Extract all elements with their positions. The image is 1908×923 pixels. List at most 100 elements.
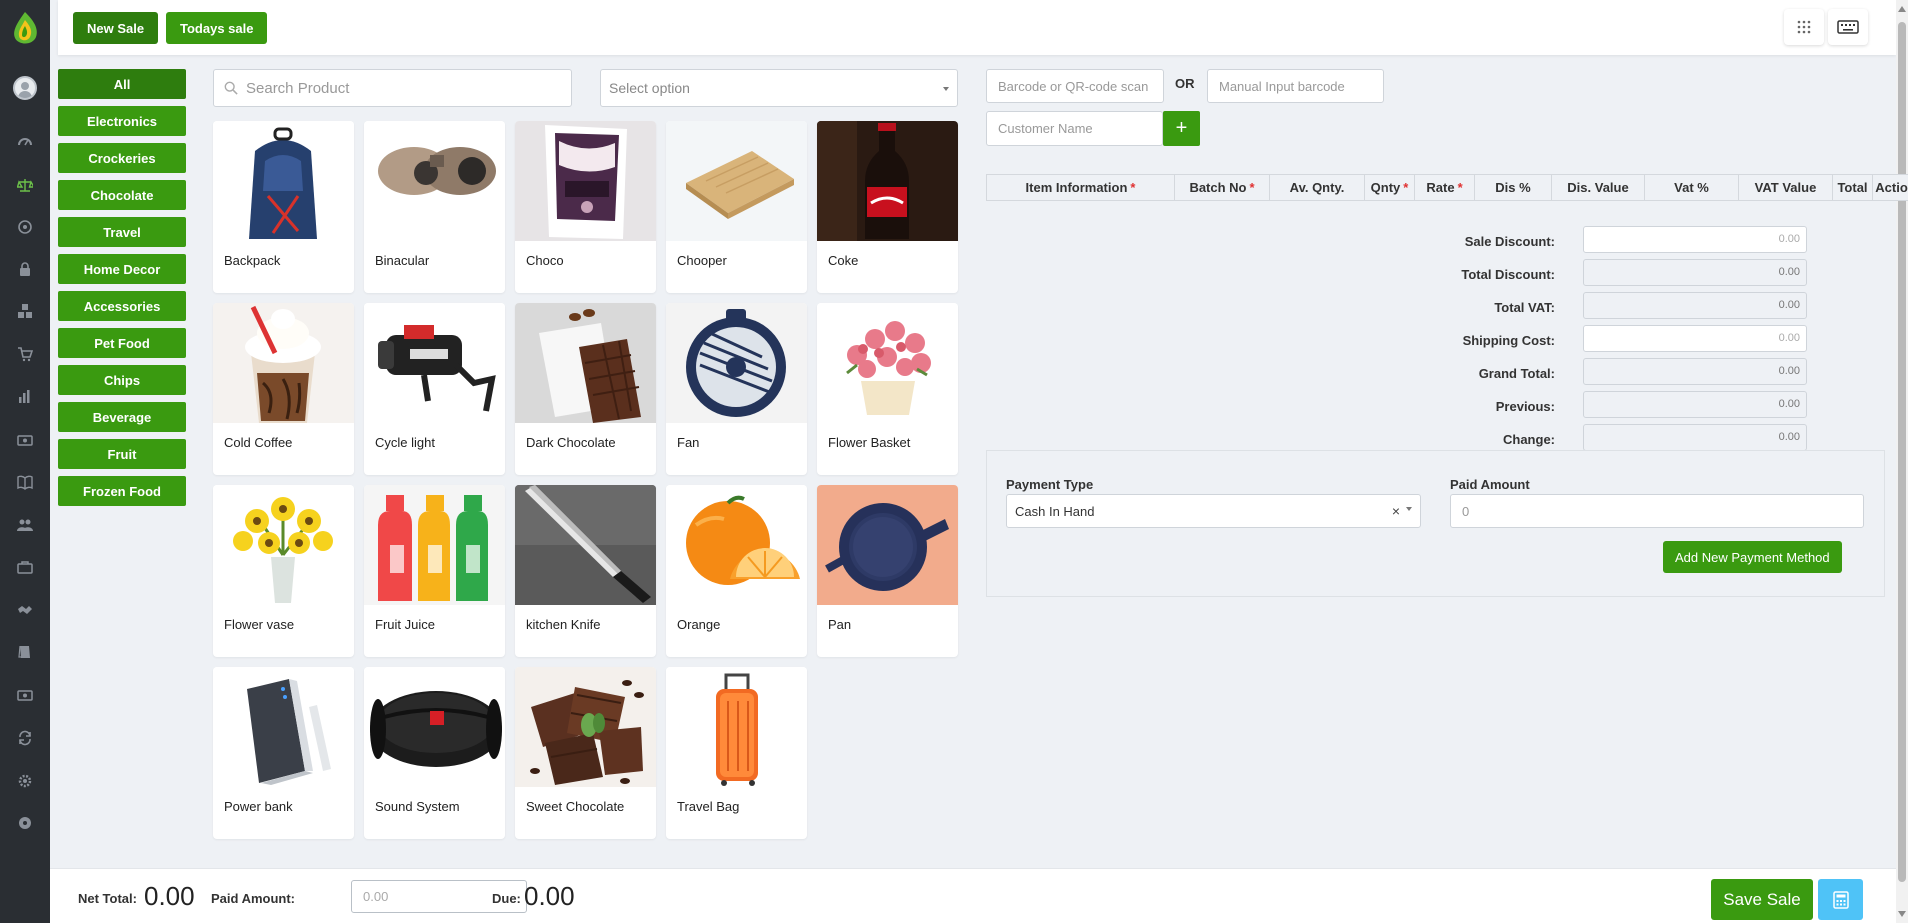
manual-barcode-field[interactable]: [1207, 69, 1384, 103]
product-image: [666, 303, 807, 423]
save-sale-button[interactable]: Save Sale: [1711, 879, 1813, 920]
manual-barcode-input[interactable]: [1208, 70, 1383, 102]
product-card[interactable]: Backpack: [213, 121, 354, 293]
cash-icon[interactable]: [15, 685, 35, 705]
paid-amount-input[interactable]: [1451, 495, 1863, 527]
column-header-label: Rate: [1426, 180, 1455, 195]
column-header: VAT Value: [1739, 175, 1833, 200]
category-all[interactable]: All: [58, 69, 186, 99]
keyboard-icon[interactable]: [1828, 9, 1868, 45]
product-card[interactable]: Choco: [515, 121, 656, 293]
product-card[interactable]: Coke: [817, 121, 958, 293]
page-scrollbar[interactable]: [1896, 0, 1908, 923]
calculator-icon[interactable]: [1818, 879, 1863, 920]
users-icon[interactable]: [15, 515, 35, 535]
search-icon: [224, 81, 238, 98]
avatar[interactable]: [13, 76, 37, 100]
product-card[interactable]: Pan: [817, 485, 958, 657]
column-header-label: Av. Qnty.: [1289, 180, 1345, 195]
product-card[interactable]: Dark Chocolate: [515, 303, 656, 475]
product-card[interactable]: Sound System: [364, 667, 505, 839]
product-card[interactable]: Orange: [666, 485, 807, 657]
category-frozen-food[interactable]: Frozen Food: [58, 476, 186, 506]
chevron-down-icon: [943, 87, 949, 91]
product-image: [515, 485, 656, 605]
scroll-up-icon[interactable]: [1898, 6, 1906, 12]
customer-name-field[interactable]: [986, 111, 1163, 146]
product-card[interactable]: Fruit Juice: [364, 485, 505, 657]
product-card[interactable]: Cycle light: [364, 303, 505, 475]
product-card[interactable]: Cold Coffee: [213, 303, 354, 475]
apps-grid-icon[interactable]: [1784, 9, 1824, 45]
column-header: Vat %: [1645, 175, 1739, 200]
circle-icon[interactable]: [15, 217, 35, 237]
money-icon[interactable]: [15, 430, 35, 450]
add-customer-button[interactable]: +: [1163, 111, 1200, 146]
new-sale-button[interactable]: New Sale: [73, 12, 159, 44]
category-chips[interactable]: Chips: [58, 365, 186, 395]
summary-value[interactable]: 0.00: [1583, 325, 1807, 352]
product-card[interactable]: Flower Basket: [817, 303, 958, 475]
clear-icon[interactable]: ×: [1392, 503, 1400, 519]
product-image: [515, 667, 656, 787]
product-name: Coke: [828, 253, 859, 268]
barcode-scan-input[interactable]: [987, 70, 1163, 102]
handshake-icon[interactable]: [15, 600, 35, 620]
category-electronics[interactable]: Electronics: [58, 106, 186, 136]
product-card[interactable]: Binacular: [364, 121, 505, 293]
customer-name-input[interactable]: [987, 112, 1162, 145]
product-name: Pan: [828, 617, 852, 632]
category-pet-food[interactable]: Pet Food: [58, 328, 186, 358]
lock-icon[interactable]: [15, 259, 35, 279]
product-card[interactable]: Flower vase: [213, 485, 354, 657]
cubes-icon[interactable]: [15, 301, 35, 321]
net-total-label: Net Total:: [78, 891, 137, 906]
disc-icon[interactable]: [15, 813, 35, 833]
scroll-thumb[interactable]: [1898, 22, 1906, 882]
scroll-down-icon[interactable]: [1898, 911, 1906, 917]
or-text: OR: [1175, 76, 1195, 91]
payment-type-value: Cash In Hand: [1015, 503, 1095, 519]
product-card[interactable]: Sweet Chocolate: [515, 667, 656, 839]
category-chocolate[interactable]: Chocolate: [58, 180, 186, 210]
cart-icon[interactable]: [15, 344, 35, 364]
summary-label: Total Discount:: [1461, 267, 1555, 282]
product-image: [515, 303, 656, 423]
product-name: Binacular: [375, 253, 430, 268]
todays-sale-button[interactable]: Todays sale: [166, 12, 268, 44]
product-card[interactable]: Travel Bag: [666, 667, 807, 839]
logo-icon[interactable]: [8, 8, 42, 48]
ledger-icon[interactable]: [15, 642, 35, 662]
category-home-decor[interactable]: Home Decor: [58, 254, 186, 284]
category-select[interactable]: Select option: [600, 69, 958, 107]
briefcase-icon[interactable]: [15, 557, 35, 577]
book-icon[interactable]: [15, 472, 35, 492]
product-card[interactable]: kitchen Knife: [515, 485, 656, 657]
summary-label: Total VAT:: [1494, 300, 1555, 315]
product-card[interactable]: Chooper: [666, 121, 807, 293]
settings-icon[interactable]: [15, 771, 35, 791]
product-name: Cold Coffee: [224, 435, 293, 450]
search-input[interactable]: [246, 70, 566, 106]
payment-type-select[interactable]: Cash In Hand ×: [1006, 494, 1421, 528]
refresh-icon[interactable]: [15, 728, 35, 748]
bar-chart-icon[interactable]: [15, 386, 35, 406]
required-marker: *: [1130, 180, 1136, 195]
product-card[interactable]: Fan: [666, 303, 807, 475]
category-accessories[interactable]: Accessories: [58, 291, 186, 321]
scale-icon[interactable]: [15, 175, 35, 195]
category-beverage[interactable]: Beverage: [58, 402, 186, 432]
add-payment-method-button[interactable]: Add New Payment Method: [1663, 541, 1842, 573]
summary-value[interactable]: 0.00: [1583, 226, 1807, 253]
dashboard-icon[interactable]: [15, 131, 35, 151]
paid-amount-field[interactable]: [1450, 494, 1864, 528]
product-image: [213, 485, 354, 605]
category-travel[interactable]: Travel: [58, 217, 186, 247]
product-card[interactable]: Power bank: [213, 667, 354, 839]
due-value: 0.00: [524, 881, 575, 911]
product-name: Orange: [677, 617, 721, 632]
category-fruit[interactable]: Fruit: [58, 439, 186, 469]
required-marker: *: [1249, 180, 1255, 195]
category-crockeries[interactable]: Crockeries: [58, 143, 186, 173]
barcode-scan-field[interactable]: [986, 69, 1164, 103]
